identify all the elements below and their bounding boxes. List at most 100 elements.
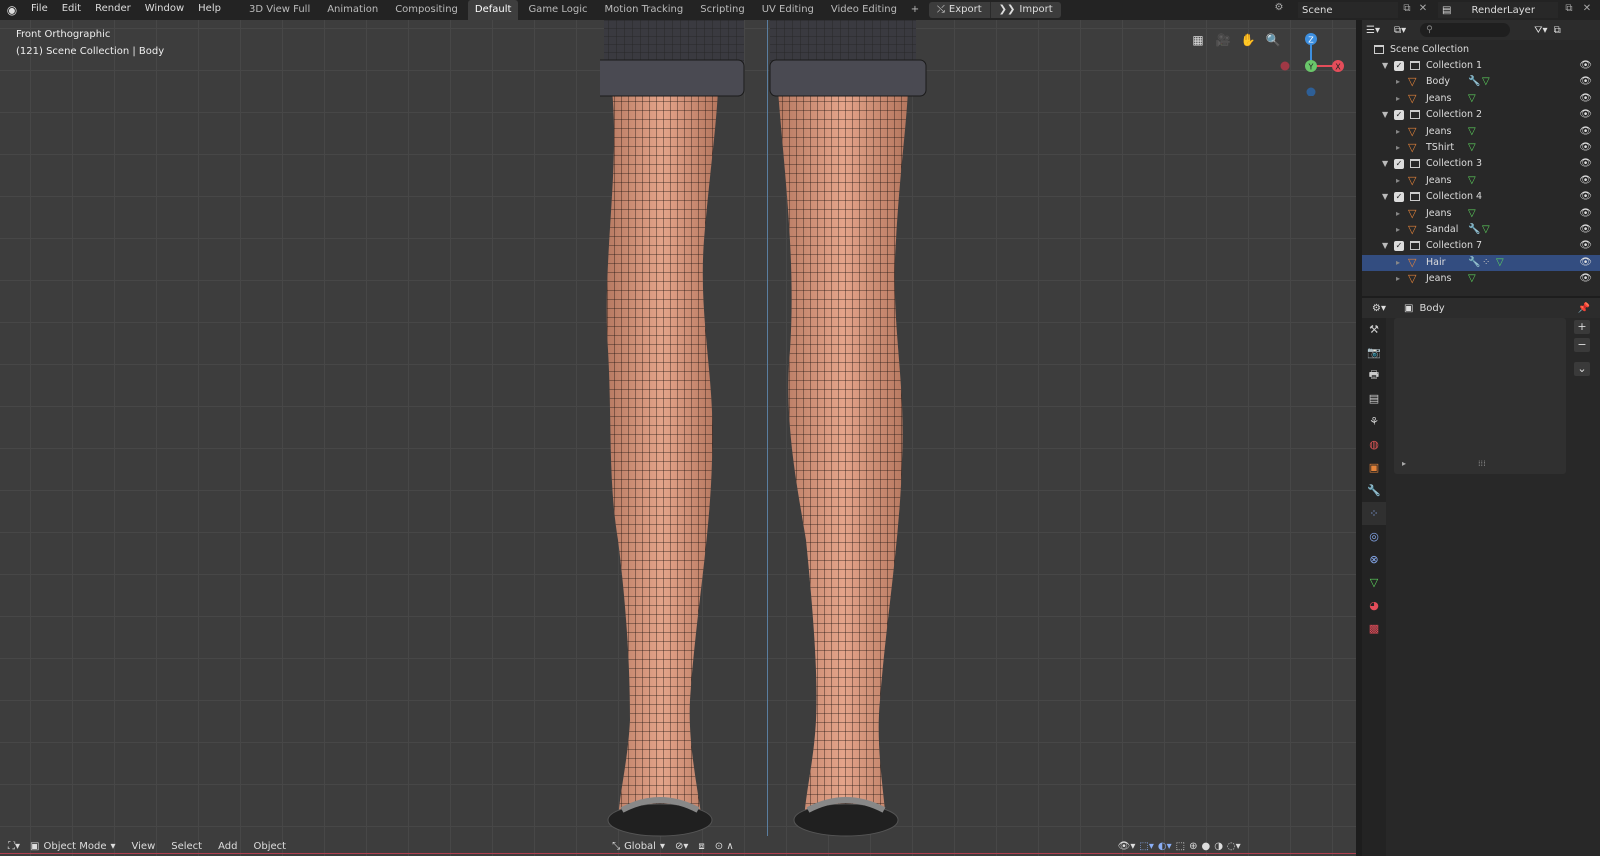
editor-type-icon[interactable]: ☰▾ [1366,25,1380,36]
filter-icon[interactable]: ⛛▾ [1534,25,1547,36]
outliner-object-row[interactable]: ▸ ▽ Jeans ▽ 👁 [1362,206,1600,222]
tab-compositing[interactable]: Compositing [388,0,465,20]
tool-tab-icon[interactable]: ⚒ [1362,318,1386,341]
mesh-data-icon[interactable]: ▽ [1482,74,1490,90]
pivot-icon[interactable]: ⊘▾ [675,841,688,852]
menu-edit[interactable]: Edit [55,0,88,20]
scene-icon[interactable]: ⚙ [1272,2,1286,13]
add-workspace-button[interactable]: + [907,0,923,20]
visibility-eye-icon[interactable]: 👁 [1579,222,1592,238]
exclude-checkbox[interactable]: ✓ [1394,110,1404,121]
object-tab-icon[interactable]: ▣ [1362,456,1386,479]
visibility-eye-icon[interactable]: 👁 [1579,74,1592,90]
mesh-data-icon[interactable]: ▽ [1468,140,1476,156]
neg-x-axis-handle[interactable] [1280,61,1290,71]
mode-selector[interactable]: ▣ Object Mode ▾ [24,838,121,854]
visibility-eye-icon[interactable]: 👁 [1579,206,1592,222]
expand-arrow-icon[interactable]: ▸ [1396,140,1400,156]
expand-arrow-icon[interactable]: ▸ [1396,222,1400,238]
delete-view-layer-icon[interactable]: ✕ [1580,3,1594,14]
exclude-checkbox[interactable]: ✓ [1394,192,1404,203]
exclude-checkbox[interactable]: ✓ [1394,241,1404,252]
overlay-toggle-icon[interactable]: ◐▾ [1158,841,1172,852]
visibility-eye-icon[interactable]: 👁 [1579,58,1592,74]
expand-arrow-icon[interactable]: ▸ [1396,206,1400,222]
outliner-collection-row[interactable]: ▼ ✓ Collection 1 👁 [1362,58,1600,74]
expand-arrow-icon[interactable]: ▸ [1402,459,1406,468]
menu-select[interactable]: Select [165,841,208,852]
menu-file[interactable]: File [24,0,55,20]
new-collection-icon[interactable]: ⧉ [1554,25,1561,36]
view-layer-selector[interactable]: ▤ RenderLayer [1438,2,1558,18]
pin-icon[interactable]: 📌 [1578,303,1590,314]
mesh-data-icon[interactable]: ▽ [1482,222,1490,238]
view-layer-tab-icon[interactable]: ▤ [1362,387,1386,410]
expand-arrow-icon[interactable]: ▸ [1396,91,1400,107]
output-tab-icon[interactable]: 🖶 [1362,364,1386,387]
constraints-tab-icon[interactable]: ⊗ [1362,548,1386,571]
outliner-object-row[interactable]: ▸ ▽ Sandal 🔧 ▽ 👁 [1362,222,1600,238]
character-legs-mesh[interactable] [600,20,930,840]
resize-handle-icon[interactable]: ⁞⁞⁞ [1478,459,1486,468]
visibility-eye-icon[interactable]: 👁 [1579,173,1592,189]
scene-selector[interactable]: Scene [1298,2,1398,18]
mesh-data-icon[interactable]: ▽ [1468,91,1476,107]
physics-tab-icon[interactable]: ◎ [1362,525,1386,548]
camera-view-icon[interactable]: 🎥 [1213,30,1233,50]
modifier-icon[interactable]: 🔧 [1468,222,1480,238]
mesh-data-icon[interactable]: ▽ [1496,255,1504,271]
mesh-data-icon[interactable]: ▽ [1468,173,1476,189]
outliner-scene-collection[interactable]: Scene Collection [1362,42,1600,58]
navigation-gizmo[interactable]: Z Y X [1280,26,1350,96]
menu-window[interactable]: Window [138,0,191,20]
expand-arrow-icon[interactable]: ▼ [1382,156,1388,172]
outliner-object-row[interactable]: ▸ ▽ Body 🔧 ▽ 👁 [1362,74,1600,90]
outliner-collection-row[interactable]: ▼ ✓ Collection 4 👁 [1362,189,1600,205]
tab-animation[interactable]: Animation [320,0,385,20]
pan-hand-icon[interactable]: ✋ [1238,30,1258,50]
scene-tab-icon[interactable]: ⚘ [1362,410,1386,433]
expand-arrow-icon[interactable]: ▼ [1382,58,1388,74]
tab-scripting[interactable]: Scripting [693,0,751,20]
expand-arrow-icon[interactable]: ▼ [1382,238,1388,254]
visibility-eye-icon[interactable]: 👁 [1579,156,1592,172]
outliner-object-row[interactable]: ▸ ▽ Jeans ▽ 👁 [1362,271,1600,287]
visibility-eye-icon[interactable]: 👁 [1579,189,1592,205]
outliner-search-input[interactable]: ⚲ [1420,23,1511,37]
visibility-eye-icon[interactable]: 👁 [1579,91,1592,107]
visibility-eye-icon[interactable]: 👁 [1579,124,1592,140]
mesh-data-icon[interactable]: ▽ [1468,206,1476,222]
tab-3d-view-full[interactable]: 3D View Full [242,0,317,20]
visibility-eye-icon[interactable]: 👁 [1579,107,1592,123]
outliner-object-row[interactable]: ▸ ▽ Jeans ▽ 👁 [1362,91,1600,107]
tab-motion-tracking[interactable]: Motion Tracking [598,0,691,20]
particle-systems-list[interactable]: ▸ ⁞⁞⁞ [1394,318,1566,474]
expand-arrow-icon[interactable]: ▼ [1382,107,1388,123]
expand-arrow-icon[interactable]: ▼ [1382,189,1388,205]
outliner-object-row[interactable]: ▸ ▽ Jeans ▽ 👁 [1362,173,1600,189]
expand-arrow-icon[interactable]: ▸ [1396,124,1400,140]
menu-view[interactable]: View [126,841,162,852]
tab-default[interactable]: Default [467,0,519,20]
outliner-object-row[interactable]: ▸ ▽ TShirt ▽ 👁 [1362,140,1600,156]
render-tab-icon[interactable]: 📷 [1362,341,1386,364]
expand-arrow-icon[interactable]: ▸ [1396,173,1400,189]
visibility-eye-icon[interactable]: 👁 [1579,255,1592,271]
snap-icon[interactable]: ⧈ [698,841,704,852]
tab-video-editing[interactable]: Video Editing [824,0,904,20]
transform-orientation-selector[interactable]: ⤡ Global ▾ [606,838,671,854]
delete-scene-icon[interactable]: ✕ [1416,3,1430,14]
specials-menu-button[interactable]: ⌄ [1574,362,1590,376]
mesh-data-icon[interactable]: ▽ [1468,124,1476,140]
mesh-data-icon[interactable]: ▽ [1468,271,1476,287]
outliner-object-row[interactable]: ▸ ▽ Hair 🔧 ⁘ ▽ 👁 [1362,254,1600,271]
editor-type-icon[interactable]: ⚙▾ [1372,303,1386,314]
data-tab-icon[interactable]: ▽ [1362,571,1386,594]
menu-object[interactable]: Object [247,841,292,852]
new-view-layer-icon[interactable]: ⧉ [1562,3,1576,14]
outliner-collection-row[interactable]: ▼ ✓ Collection 7 👁 [1362,238,1600,254]
import-button[interactable]: ❯❯ Import [989,2,1061,18]
texture-tab-icon[interactable]: ▩ [1362,617,1386,640]
expand-arrow-icon[interactable]: ▸ [1396,74,1400,90]
world-tab-icon[interactable]: ◍ [1362,433,1386,456]
